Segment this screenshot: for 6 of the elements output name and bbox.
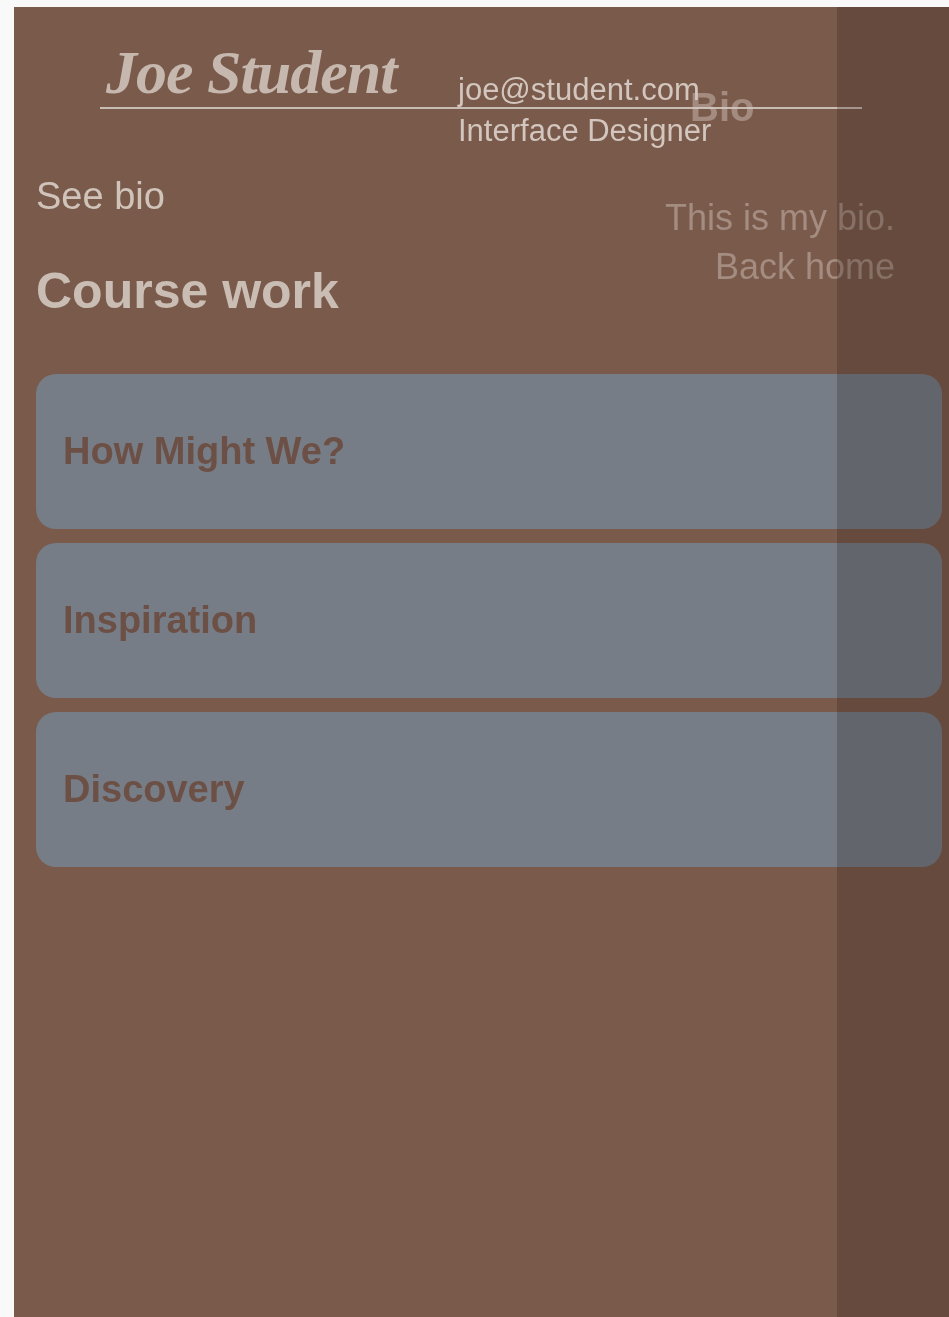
course-card[interactable]: Discovery [36, 712, 942, 867]
course-card[interactable]: Inspiration [36, 543, 942, 698]
section-heading: Course work [36, 262, 339, 320]
see-bio-link[interactable]: See bio [36, 175, 339, 218]
signature-name: Joe Student [106, 37, 397, 108]
course-card[interactable]: How Might We? [36, 374, 942, 529]
